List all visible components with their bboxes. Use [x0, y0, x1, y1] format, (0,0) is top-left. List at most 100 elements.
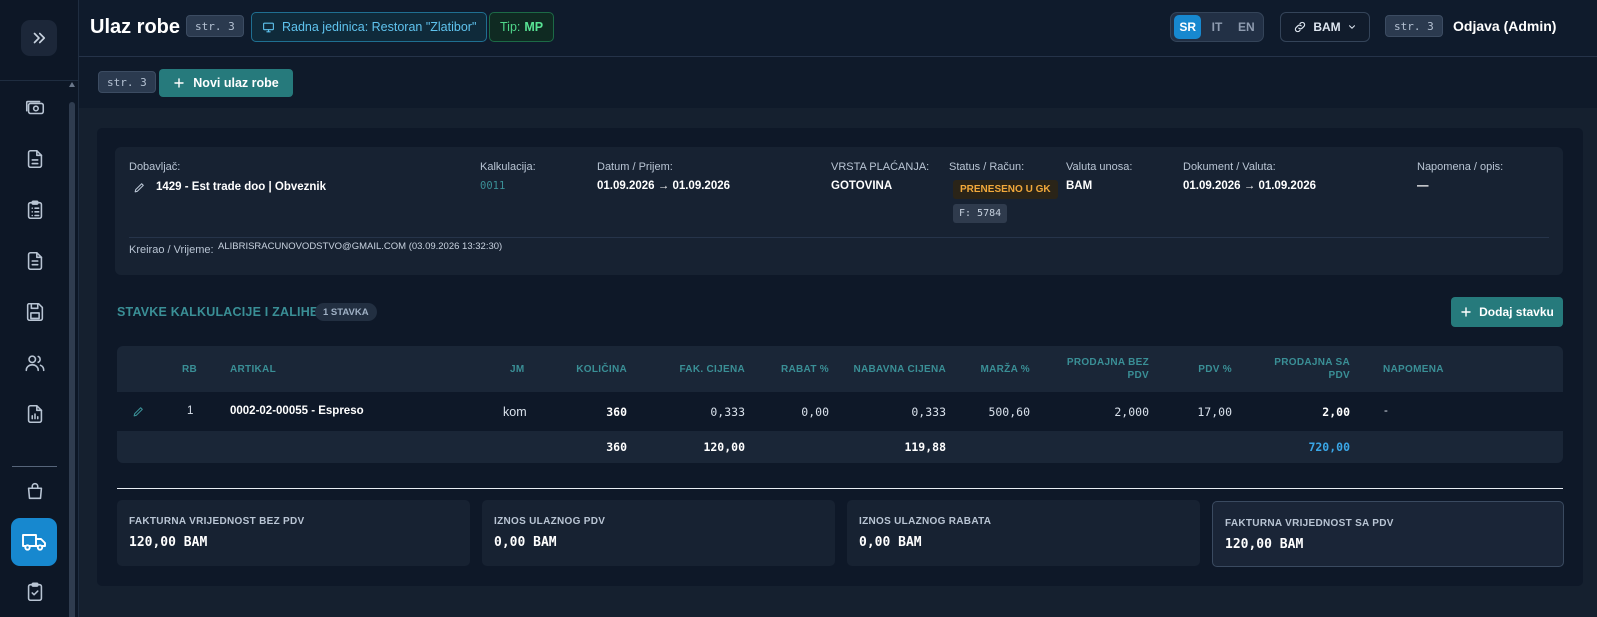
lang-it-button[interactable]: IT — [1203, 15, 1230, 39]
row-marza: 500,60 — [988, 405, 1030, 419]
total-vat-label: IZNOS ULAZNOG PDV — [494, 516, 606, 527]
document-value: 01.09.2026 → 01.09.2026 — [1183, 180, 1317, 192]
new-goods-receipt-label: Novi ulaz robe — [193, 76, 279, 90]
col-napomena[interactable]: NAPOMENA — [1383, 363, 1444, 376]
sidebar-item-cash[interactable] — [15, 88, 55, 128]
plus-icon — [1461, 307, 1471, 317]
currency-value: BAM — [1313, 20, 1341, 34]
sidebar-item-reports[interactable] — [15, 394, 55, 434]
sidebar-item-goods-receipt[interactable] — [11, 518, 57, 566]
info-divider — [129, 237, 1549, 238]
chevrons-right-icon — [33, 32, 46, 44]
row-jm: kom — [503, 405, 527, 419]
monitor-icon — [263, 22, 274, 32]
lang-en-button[interactable]: EN — [1233, 15, 1260, 39]
work-unit-chip[interactable]: Radna jedinica: Restoran "Zlatibor" — [251, 12, 488, 42]
row-napomena: - — [1384, 405, 1388, 417]
subbar-page-tag: str. 3 — [98, 71, 156, 93]
calculation-value: 0011 — [480, 180, 506, 192]
input-currency-label: Valuta unosa: — [1066, 161, 1133, 173]
table-row[interactable]: 1 0002-02-00055 - Espreso kom 360 0,333 … — [117, 392, 1563, 431]
row-prodajna-sa-pdv: 2,00 — [1322, 405, 1350, 419]
sidebar-item-shop[interactable] — [15, 471, 55, 511]
total-net-label: FAKTURNA VRIJEDNOST BEZ PDV — [129, 516, 305, 527]
new-goods-receipt-button[interactable]: Novi ulaz robe — [159, 69, 293, 97]
document-icon — [27, 149, 43, 169]
sidebar-item-documents[interactable] — [15, 139, 55, 179]
col-kolicina[interactable]: KOLIČINA — [547, 363, 627, 376]
currency-dropdown[interactable]: BAM — [1280, 12, 1370, 42]
sum-prodajna-sa-pdv: 720,00 — [1308, 440, 1350, 454]
items-section-title: STAVKE KALKULACIJE I ZALIHE — [117, 305, 319, 319]
created-by-value: ALIBRISRACUNOVODSTVO@GMAIL.COM (03.09.20… — [218, 241, 503, 252]
sidebar-item-save[interactable] — [15, 292, 55, 332]
total-card-discount: IZNOS ULAZNOG RABATA 0,00 BAM — [847, 500, 1200, 566]
row-fak-cijena: 0,333 — [710, 405, 745, 419]
col-jm[interactable]: JM — [510, 363, 525, 376]
save-icon — [26, 302, 44, 322]
sidebar-toggle-button[interactable] — [21, 20, 57, 56]
col-prodajna-sa-pdv-line2: PDV — [1328, 370, 1350, 381]
pencil-icon[interactable] — [132, 405, 145, 418]
language-switcher: SR IT EN — [1170, 12, 1264, 42]
note-value: — — [1417, 180, 1429, 192]
page-tag-right: str. 3 — [1385, 15, 1443, 37]
col-fak-cijena[interactable]: FAK. CIJENA — [645, 363, 745, 376]
row-rb: 1 — [187, 405, 194, 417]
col-artikal[interactable]: ARTIKAL — [230, 363, 276, 376]
type-chip: Tip: MP — [489, 12, 555, 42]
col-nabavna-cijena[interactable]: NABAVNA CIJENA — [832, 363, 946, 376]
sidebar-item-tasks[interactable] — [15, 572, 55, 612]
sidebar — [0, 0, 79, 617]
sidebar-item-checklist[interactable] — [15, 190, 55, 230]
users-icon — [25, 355, 45, 372]
table-sum-row: 360 120,00 119,88 720,00 — [117, 431, 1563, 463]
total-gross-label: FAKTURNA VRIJEDNOST SA PDV — [1225, 518, 1394, 529]
note-label: Napomena / opis: — [1417, 161, 1504, 173]
created-by-label: Kreirao / Vrijeme: — [129, 244, 214, 256]
row-artikal: 0002-02-00055 - Espreso — [230, 405, 364, 417]
sidebar-scrollbar[interactable] — [69, 82, 75, 617]
row-pdv: 17,00 — [1197, 405, 1232, 419]
col-prodajna-bez-pdv-line1: PRODAJNA BEZ — [1066, 357, 1149, 368]
sum-kolicina: 360 — [606, 440, 627, 454]
sidebar-item-invoices[interactable] — [15, 241, 55, 281]
sum-fak-cijena: 120,00 — [703, 440, 745, 454]
totals-divider — [117, 488, 1563, 489]
col-marza[interactable]: MARŽA % — [947, 363, 1030, 376]
document-lines-icon — [27, 251, 43, 271]
sidebar-item-users[interactable] — [15, 343, 55, 383]
sidebar-separator — [12, 466, 57, 467]
invoice-badge: F: 5784 — [953, 204, 1008, 223]
sum-nabavna-cijena: 119,88 — [904, 440, 946, 454]
truck-icon — [22, 534, 46, 551]
top-header: Ulaz robe str. 3 Radna jedinica: Restora… — [79, 0, 1597, 57]
status-badge: PRENESENO U GK — [953, 180, 1058, 199]
col-prodajna-bez-pdv-line2: PDV — [1127, 370, 1149, 381]
supplier-value: 1429 - Est trade doo | Obveznik — [156, 181, 327, 193]
date-value: 01.09.2026 → 01.09.2026 — [597, 180, 731, 192]
link-icon — [1295, 21, 1306, 33]
col-rabat[interactable]: RABAT % — [747, 363, 829, 376]
total-card-net: FAKTURNA VRIJEDNOST BEZ PDV 120,00 BAM — [117, 500, 470, 566]
action-bar: str. 3 Novi ulaz robe — [79, 57, 1597, 108]
scroll-up-arrow-icon[interactable] — [69, 82, 75, 87]
pencil-icon[interactable] — [133, 181, 146, 194]
scrollbar-thumb[interactable] — [69, 102, 75, 617]
add-item-button[interactable]: Dodaj stavku — [1451, 297, 1563, 327]
clipboard-list-icon — [27, 200, 43, 220]
col-prodajna-sa-pdv[interactable]: PRODAJNA SA PDV — [1242, 356, 1350, 382]
col-prodajna-bez-pdv[interactable]: PRODAJNA BEZ PDV — [1037, 356, 1149, 382]
add-item-label: Dodaj stavku — [1479, 305, 1554, 319]
sidebar-divider — [0, 80, 79, 81]
type-value: MP — [524, 20, 544, 34]
col-rb[interactable]: RB — [182, 363, 197, 376]
plus-icon — [174, 78, 184, 88]
logout-link[interactable]: Odjava (Admin) — [1453, 18, 1556, 34]
col-pdv[interactable]: PDV % — [1152, 363, 1232, 376]
total-discount-value: 0,00 BAM — [859, 535, 922, 550]
calculation-label: Kalkulacija: — [480, 161, 536, 173]
lang-sr-button[interactable]: SR — [1174, 15, 1202, 39]
shopping-bag-icon — [27, 482, 43, 500]
total-gross-value: 120,00 BAM — [1225, 537, 1304, 552]
